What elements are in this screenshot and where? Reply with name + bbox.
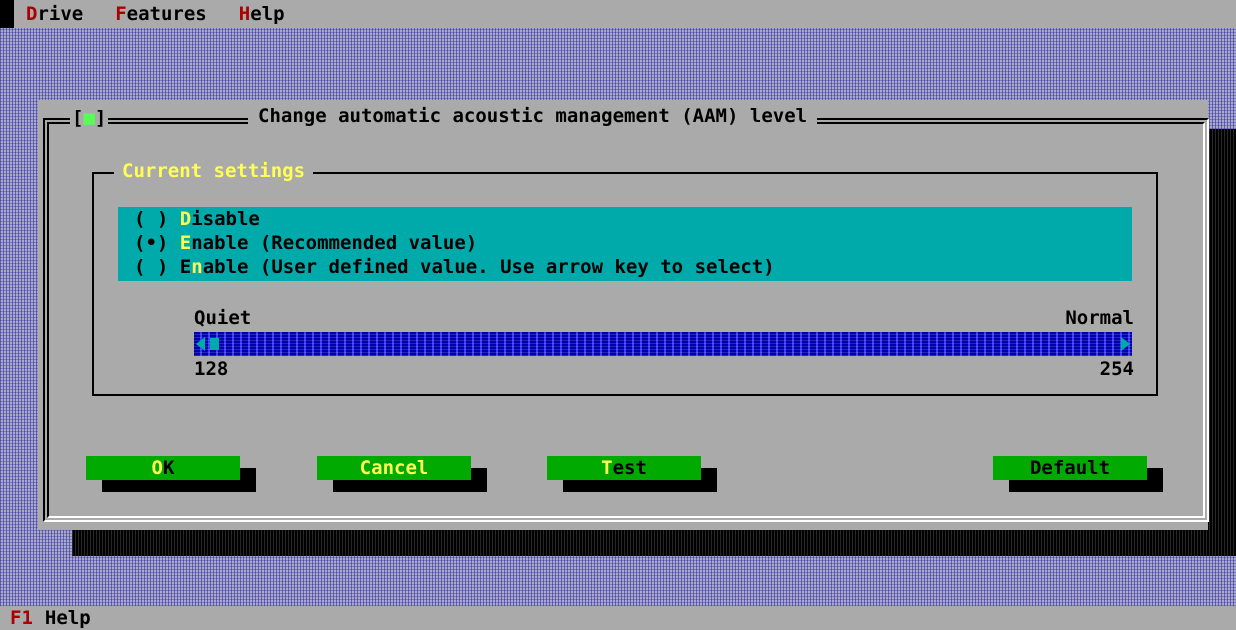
close-icon: ■ [83, 107, 95, 129]
arrow-left-icon[interactable] [196, 337, 205, 351]
cancel-button[interactable]: Cancel [317, 456, 471, 480]
menu-bar: Drive Features Help [0, 0, 1236, 28]
dialog-title: Change automatic acoustic management (AA… [248, 105, 818, 127]
radio-mark: (•) [134, 232, 169, 254]
scale-label-normal: Normal [1065, 307, 1134, 329]
aam-dialog: [■] Change automatic acoustic management… [38, 100, 1209, 530]
menu-drive[interactable]: Drive [26, 3, 83, 25]
test-button[interactable]: Test [547, 456, 701, 480]
dialog-close-button[interactable]: [■] [70, 107, 109, 129]
status-help-label: Help [44, 607, 91, 629]
radio-mark: ( ) [134, 208, 169, 230]
radio-mark: ( ) [134, 256, 169, 278]
ok-button-wrap: OK [86, 456, 256, 494]
f1-key[interactable]: F1 [10, 607, 33, 629]
menu-cursor-block [0, 0, 14, 28]
option-disable[interactable]: ( ) Disable [118, 207, 1132, 231]
scale-label-quiet: Quiet [194, 307, 252, 329]
menu-features[interactable]: Features [115, 3, 207, 25]
aam-options-list: ( ) Disable (•) Enable (Recommended valu… [118, 207, 1132, 281]
test-button-wrap: Test [547, 456, 717, 494]
scale-min-value: 128 [194, 358, 229, 380]
aam-level-slider[interactable] [194, 332, 1132, 356]
ok-button[interactable]: OK [86, 456, 240, 480]
slider-thumb[interactable] [210, 338, 219, 350]
group-label: Current settings [114, 160, 314, 182]
option-enable-recommended[interactable]: (•) Enable (Recommended value) [118, 231, 1132, 255]
option-enable-user-defined[interactable]: ( ) Enable (User defined value. Use arro… [118, 255, 1132, 279]
default-button-wrap: Default [993, 456, 1163, 494]
scale-max-value: 254 [1099, 358, 1134, 380]
arrow-right-icon[interactable] [1121, 337, 1130, 351]
status-bar: F1 Help [0, 606, 1236, 630]
menu-help[interactable]: Help [239, 3, 285, 25]
default-button[interactable]: Default [993, 456, 1147, 480]
current-settings-group: Current settings ( ) Disable (•) Enable … [92, 160, 1158, 396]
slider-track [194, 332, 1132, 356]
cancel-button-wrap: Cancel [317, 456, 487, 494]
